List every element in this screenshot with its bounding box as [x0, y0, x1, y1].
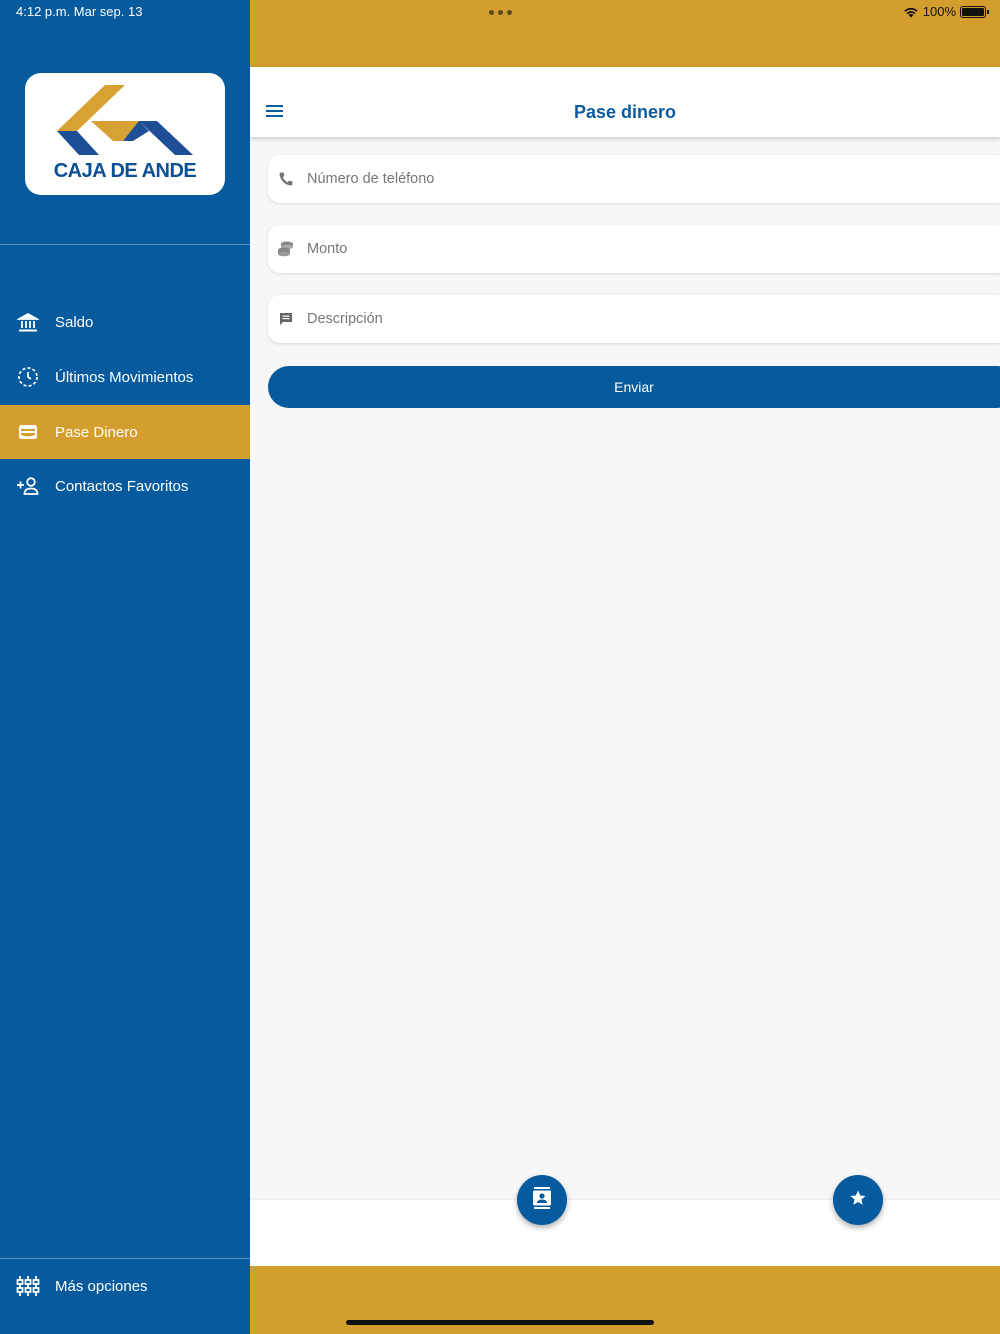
sidebar-item-label: Pase Dinero: [55, 423, 138, 441]
phone-icon: [276, 169, 296, 189]
home-indicator[interactable]: [346, 1320, 654, 1325]
multitask-dots-icon[interactable]: [489, 4, 512, 15]
coins-icon: [276, 239, 296, 259]
sidebar-item-movimientos[interactable]: Últimos Movimientos: [0, 350, 250, 404]
sidebar-item-contactos-favoritos[interactable]: Contactos Favoritos: [0, 459, 250, 513]
logo-mark-icon: [57, 85, 193, 155]
sidebar-item-pase-dinero[interactable]: Pase Dinero: [0, 405, 250, 459]
brand-logo: CAJA DE ANDE: [25, 73, 225, 195]
battery-icon: [960, 5, 989, 18]
description-input[interactable]: [307, 295, 1000, 343]
sidebar: CAJA DE ANDE Saldo Últimos Movimientos P…: [0, 0, 250, 1334]
history-icon: [16, 365, 40, 389]
phone-field[interactable]: [268, 155, 1000, 203]
sidebar-item-label: Saldo: [55, 313, 94, 331]
page-title: Pase dinero: [573, 102, 677, 122]
app-bar: Pase dinero: [250, 67, 1000, 137]
battery-percentage: 100%: [922, 4, 956, 19]
amount-input[interactable]: [307, 225, 1000, 273]
status-time: 4:12 p.m. Mar sep. 13: [16, 4, 143, 19]
sliders-icon: [16, 1274, 40, 1298]
status-indicators: 100%: [903, 4, 989, 19]
star-icon: [849, 1189, 867, 1212]
sidebar-item-saldo[interactable]: Saldo: [0, 295, 250, 349]
comment-icon: [276, 309, 296, 329]
contacts-button[interactable]: [517, 1175, 567, 1225]
description-field[interactable]: [268, 295, 1000, 343]
sidebar-item-mas-opciones[interactable]: Más opciones: [0, 1259, 250, 1313]
sidebar-item-label: Contactos Favoritos: [55, 477, 189, 495]
wallet-icon: [16, 420, 40, 444]
wifi-icon: [904, 7, 918, 17]
contacts-icon: [532, 1186, 552, 1214]
sidebar-divider: [0, 244, 250, 245]
bank-icon: [16, 310, 40, 334]
main-panel: Pase dinero Número de teléfono Monto Des…: [250, 67, 1000, 1266]
phone-input[interactable]: [307, 155, 1000, 203]
sidebar-item-label: Últimos Movimientos: [55, 368, 194, 386]
amount-field[interactable]: [268, 225, 1000, 273]
add-person-icon: [16, 474, 40, 498]
sidebar-item-label: Más opciones: [55, 1277, 148, 1295]
bottom-action-bar: [250, 1199, 1000, 1266]
brand-name: CAJA DE ANDE: [53, 160, 197, 182]
send-button[interactable]: Enviar: [268, 366, 1000, 408]
favorites-button[interactable]: [833, 1175, 883, 1225]
